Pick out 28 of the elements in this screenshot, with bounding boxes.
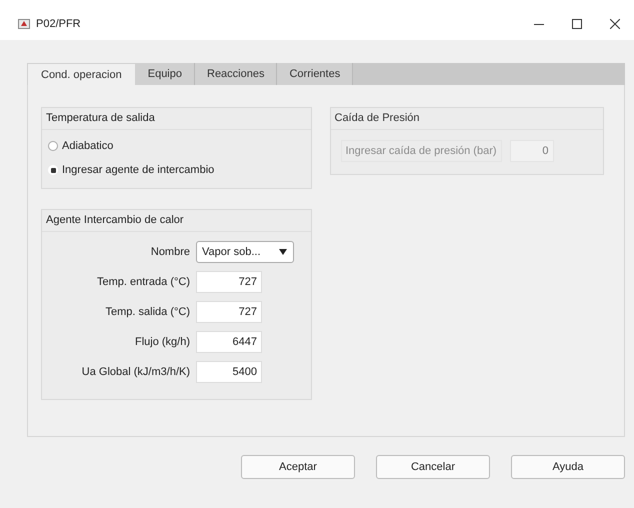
field-label: Flujo (kg/h) xyxy=(134,336,190,348)
input-field[interactable]: 5400 xyxy=(196,361,262,383)
field-label: Ua Global (kJ/m3/h/K) xyxy=(80,366,190,378)
field-label: Ingresar caída de presión (bar) xyxy=(340,140,502,162)
dialog-button[interactable]: Aceptar xyxy=(241,455,355,479)
window-title: P02/PFR xyxy=(36,18,81,30)
dialog-button[interactable]: Ayuda xyxy=(511,455,625,479)
field-label: Nombre xyxy=(150,246,190,258)
dropdown[interactable]: Vapor sob... xyxy=(196,241,294,263)
group-title: Temperatura de salida xyxy=(42,108,310,130)
input-field[interactable]: 727 xyxy=(196,271,262,293)
tab[interactable]: Cond. operacion xyxy=(27,63,136,85)
radio-label: Ingresar agente de intercambio xyxy=(62,164,214,176)
input-field[interactable]: 6447 xyxy=(196,331,262,353)
maximize-icon xyxy=(572,19,582,29)
app-icon xyxy=(18,18,30,30)
field-label: Temp. salida (°C) xyxy=(104,306,190,318)
field-label: Temp. entrada (°C) xyxy=(96,276,190,288)
tab[interactable]: Corrientes xyxy=(277,63,354,85)
radio-label: Adiabatico xyxy=(62,140,114,152)
tab[interactable]: Reacciones xyxy=(195,63,278,85)
group-title: Caída de Presión xyxy=(330,108,603,130)
input-field[interactable]: 727 xyxy=(196,301,262,323)
group-title: Agente Intercambio de calor xyxy=(42,210,310,232)
close-icon xyxy=(610,19,620,29)
tab[interactable]: Equipo xyxy=(136,63,195,85)
radio-button[interactable] xyxy=(48,141,58,151)
dialog-button[interactable]: Cancelar xyxy=(376,455,490,479)
